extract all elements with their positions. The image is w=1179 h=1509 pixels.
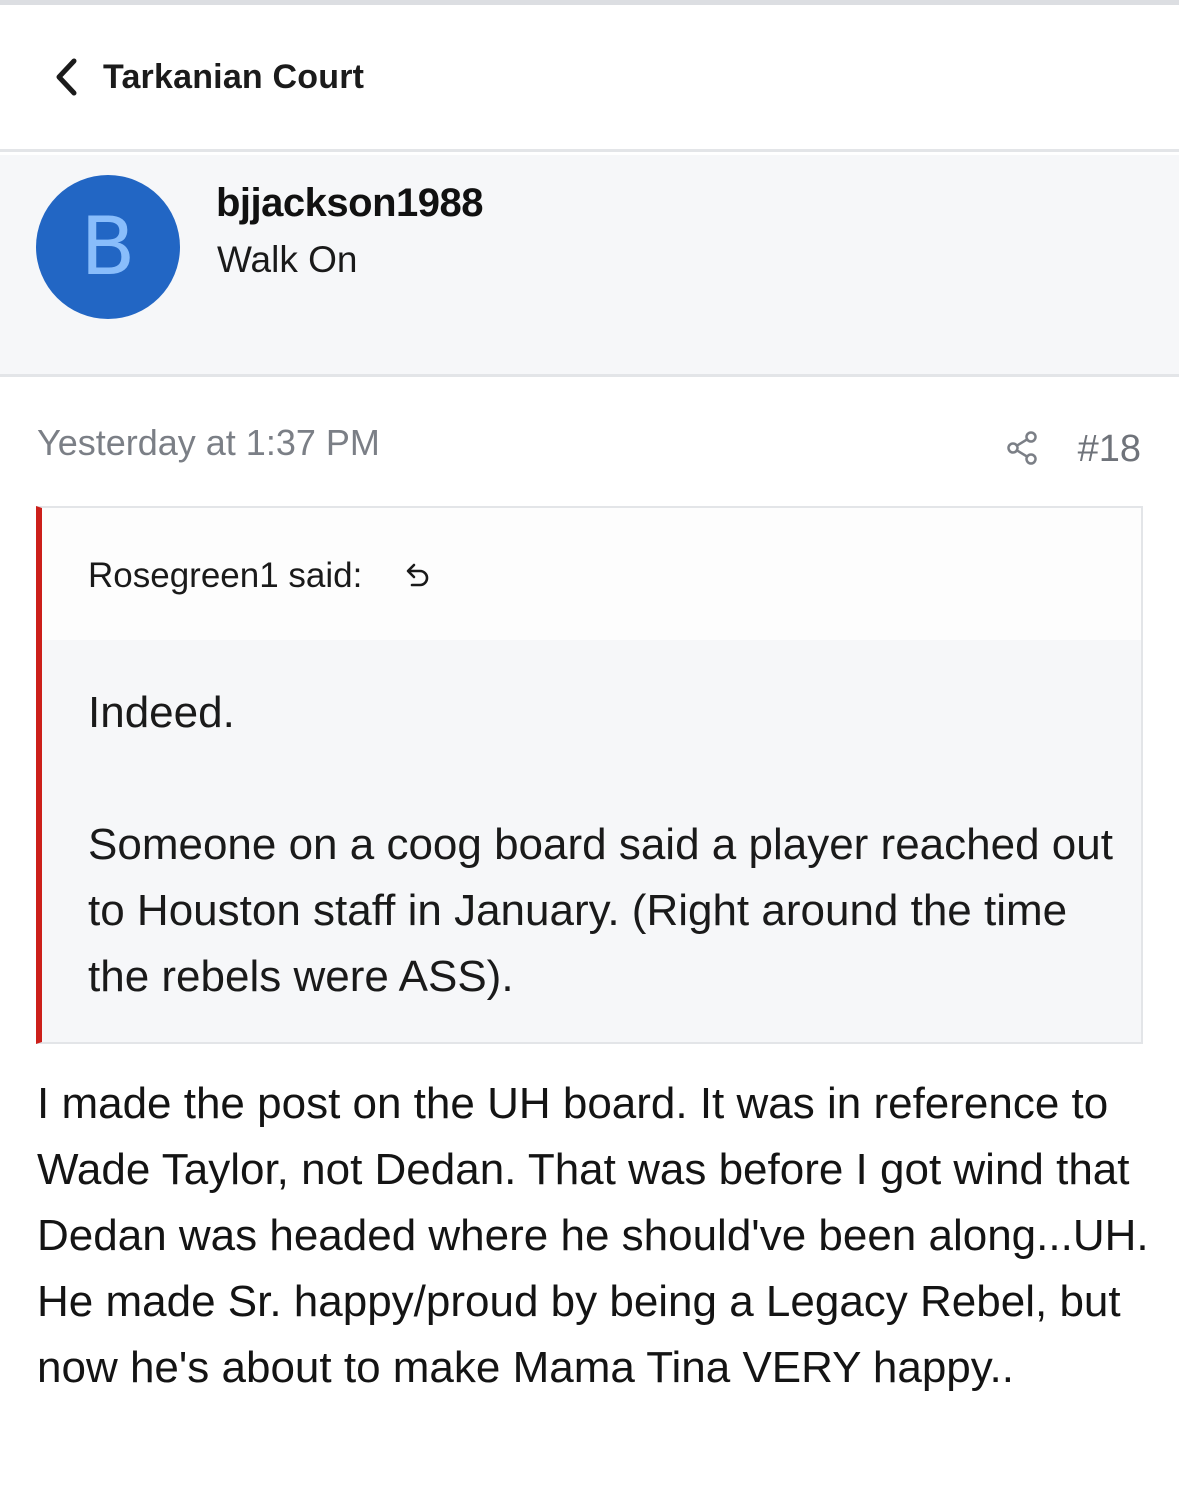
quote-header: Rosegreen1 said: [42, 508, 1141, 640]
quote-paragraph: Someone on a coog board said a player re… [88, 820, 1113, 1001]
share-icon[interactable] [1004, 430, 1040, 466]
author-panel: B bjjackson1988 Walk On [0, 155, 1179, 377]
post-date[interactable]: Yesterday at 1:37 PM [37, 420, 380, 466]
user-title: Walk On [217, 239, 358, 280]
quote-attribution[interactable]: Rosegreen1 said: [88, 554, 362, 598]
username[interactable]: bjjackson1988 [216, 177, 484, 229]
quote-body: Indeed. Someone on a coog board said a p… [88, 680, 1128, 1010]
jump-to-quote-icon[interactable] [400, 558, 434, 592]
quote-paragraph: Indeed. [88, 688, 235, 737]
quote-block: Rosegreen1 said: Indeed. Someone on a co… [36, 506, 1143, 1044]
chevron-left-icon[interactable] [50, 55, 84, 99]
top-navigation-bar: Tarkanian Court [0, 5, 1179, 152]
forum-title[interactable]: Tarkanian Court [103, 55, 364, 99]
post-number-link[interactable]: #18 [1078, 426, 1141, 472]
post-message: I made the post on the UH board. It was … [37, 1079, 1149, 1392]
avatar[interactable]: B [36, 175, 180, 319]
